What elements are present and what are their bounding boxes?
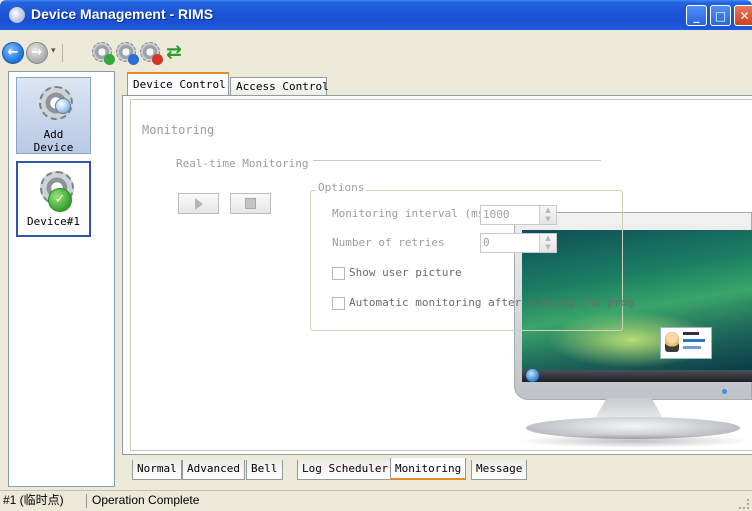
close-button[interactable]: ✕: [734, 5, 752, 26]
toolbar-separator: [62, 44, 63, 62]
forward-button[interactable]: →: [26, 42, 48, 64]
back-button[interactable]: ←: [2, 42, 24, 64]
forward-arrow-icon: →: [31, 45, 43, 60]
tab-log-scheduler[interactable]: Log Scheduler: [297, 460, 394, 480]
spin-up-icon[interactable]: ▲: [540, 234, 556, 243]
stop-icon: [245, 198, 256, 209]
plus-badge-icon: [104, 54, 115, 65]
monitoring-interval-value: 1000: [483, 208, 510, 221]
interval-spin-arrows[interactable]: ▲ ▼: [539, 206, 556, 224]
tab-monitoring[interactable]: Monitoring: [390, 458, 467, 480]
spin-down-icon[interactable]: ▼: [540, 215, 556, 224]
status-device: #1 (临时点): [3, 493, 64, 507]
app-icon: [9, 7, 25, 23]
monitor-taskbar: [522, 370, 752, 382]
delete-badge-icon: [152, 54, 163, 65]
start-orb-icon: [526, 369, 539, 382]
search-device-tool-button[interactable]: [116, 42, 139, 65]
monitoring-interval-label: Monitoring interval (ms: [332, 207, 485, 220]
tab-advanced[interactable]: Advanced: [182, 460, 245, 480]
section-divider: [313, 160, 601, 161]
play-icon: [195, 198, 203, 210]
device-item-1[interactable]: ✓ Device#1: [16, 161, 91, 237]
minimize-button[interactable]: _: [686, 5, 707, 26]
spin-up-icon[interactable]: ▲: [540, 206, 556, 215]
resize-grip-icon[interactable]: [739, 499, 749, 509]
tab-normal[interactable]: Normal: [132, 460, 182, 480]
options-legend: Options: [316, 181, 367, 194]
retries-spin-arrows[interactable]: ▲ ▼: [539, 234, 556, 252]
stop-monitoring-button[interactable]: [230, 193, 271, 214]
popup-line: [683, 339, 705, 342]
start-monitoring-button[interactable]: [178, 193, 219, 214]
status-message: Operation Complete: [92, 493, 200, 507]
power-led: [722, 389, 727, 394]
search-badge-icon: [128, 54, 139, 65]
user-avatar-icon: [665, 332, 679, 352]
realtime-monitoring-label: Real-time Monitoring: [176, 157, 309, 170]
show-user-picture-label: Show user picture: [349, 266, 462, 279]
retries-input[interactable]: 0 ▲ ▼: [480, 233, 557, 253]
user-popup-card: [660, 327, 712, 359]
retries-label: Number of retries: [332, 236, 445, 249]
spin-down-icon[interactable]: ▼: [540, 243, 556, 252]
add-device-tool-button[interactable]: [92, 42, 115, 65]
auto-monitoring-label: Automatic monitoring after running the p…: [349, 296, 634, 309]
monitoring-interval-input[interactable]: 1000 ▲ ▼: [480, 205, 557, 225]
auto-monitoring-checkbox[interactable]: [332, 297, 345, 310]
add-device-label-line1: Add: [43, 128, 64, 141]
monitor-shadow: [516, 434, 752, 448]
refresh-icon[interactable]: ⇄: [166, 41, 182, 63]
magnifier-icon: [55, 98, 71, 114]
back-arrow-icon: ←: [7, 45, 19, 60]
title-bar: Device Management - RIMS _ □ ✕: [0, 0, 752, 30]
maximize-button[interactable]: □: [710, 5, 731, 26]
popup-line: [683, 332, 699, 335]
add-device-label-line2: Device: [33, 141, 74, 154]
show-user-picture-checkbox[interactable]: [332, 267, 345, 280]
popup-line: [683, 346, 701, 349]
device-list-panel: Add Device ✓ Device#1: [8, 71, 115, 487]
status-separator: [86, 494, 87, 508]
tab-access-control[interactable]: Access Control: [230, 77, 329, 96]
gear-icon: [39, 86, 73, 120]
retries-value: 0: [483, 236, 490, 249]
tab-device-control[interactable]: Device Control: [127, 72, 229, 95]
checkmark-icon: ✓: [48, 188, 72, 212]
history-dropdown-icon[interactable]: ▾: [51, 46, 56, 56]
add-device-label: Add Device: [17, 128, 90, 154]
delete-device-tool-button[interactable]: [140, 42, 163, 65]
device-label: Device#1: [27, 215, 80, 228]
add-device-item[interactable]: Add Device: [16, 77, 91, 154]
monitoring-section-title: Monitoring: [142, 123, 215, 137]
status-bar: #1 (临时点) Operation Complete: [0, 490, 752, 511]
toolbar: ← → ▾ ⇄: [0, 30, 752, 71]
tab-bell[interactable]: Bell: [246, 460, 283, 480]
window-title: Device Management - RIMS: [31, 6, 214, 22]
tab-message[interactable]: Message: [471, 460, 528, 480]
